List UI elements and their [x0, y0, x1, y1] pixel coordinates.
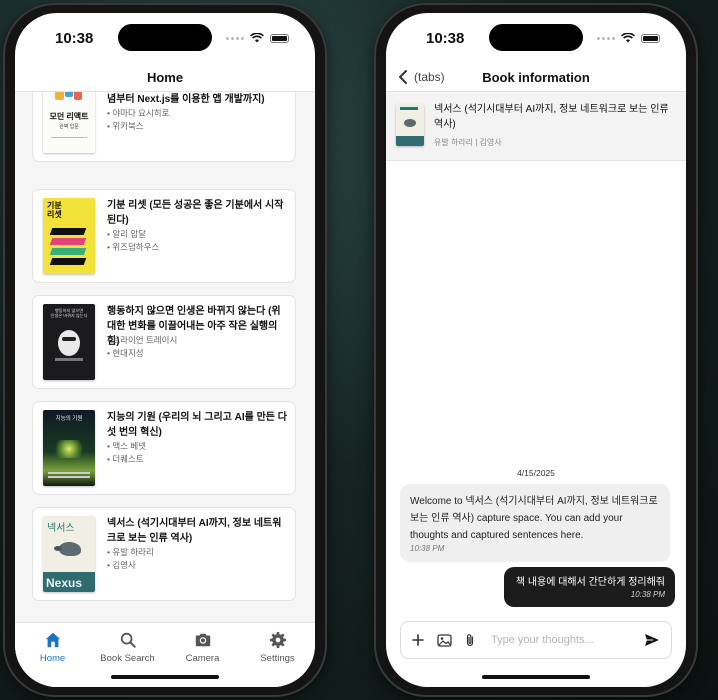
book-title: 넥서스 (석기시대부터 AI까지, 정보 네트워크로 보는 인류 역사) — [107, 518, 282, 544]
message-text: Welcome to 넥서스 (석기시대부터 AI까지, 정보 네트워크로 보는… — [410, 496, 658, 541]
camera-icon — [195, 633, 210, 647]
back-label: (tabs) — [414, 70, 445, 84]
gear-icon — [269, 631, 286, 649]
thoughts-input[interactable] — [489, 633, 639, 647]
cover-title: 기분 리셋 — [47, 201, 62, 219]
tab-label: Camera — [185, 653, 220, 664]
book-title: 기분 리셋 (모든 성공은 좋은 기분에서 시작된다) — [107, 200, 284, 226]
image-button[interactable] — [431, 633, 457, 647]
home-navbar: Home — [15, 63, 315, 92]
book-publisher: • 위키북스 — [107, 121, 144, 131]
tab-settings[interactable]: Settings — [240, 623, 315, 687]
book-author: • 맥스 베넷 — [107, 441, 146, 451]
search-icon — [120, 632, 136, 648]
wifi-icon — [250, 33, 264, 43]
book-author: • 브라이언 트레이시 — [107, 335, 178, 345]
paperclip-icon — [466, 634, 474, 647]
home-indicator[interactable] — [482, 675, 590, 679]
book-card[interactable]: 행동하지 않으면 인생은 바뀌지 않는다 행동하지 않으면 인생은 바뀌지 않는… — [32, 295, 296, 389]
cover-title: 모던 리액트 — [49, 112, 89, 121]
page-title: Home — [146, 69, 184, 85]
book-card[interactable]: 모던 리액트 완벽 입문 모던 리액트 Deep Dive (리액트의 핵심 개… — [32, 92, 296, 162]
book-publisher: • 김영사 — [107, 560, 136, 570]
book-cover: 행동하지 않으면 인생은 바뀌지 않는다 — [43, 304, 95, 380]
user-message: 책 내용에 대해서 간단하게 정리해줘 10:38 PM — [503, 567, 675, 607]
chevron-left-icon — [399, 70, 407, 84]
tab-label: Book Search — [100, 653, 155, 664]
battery-icon — [641, 33, 660, 43]
tab-label: Settings — [260, 653, 295, 664]
book-card[interactable]: 기분 리셋 기분 리셋 (모든 성공은 좋은 기분에서 시작된다) • 알리 압… — [32, 189, 296, 283]
message-composer — [400, 621, 672, 659]
home-screen: 10:38 Home 모던 리액트 완벽 입문 념부터 Next.js를 이용한… — [15, 13, 315, 687]
book-author: • 야마다 요시히로 — [107, 108, 170, 118]
page-title: Book information — [482, 69, 590, 85]
assistant-message: Welcome to 넥서스 (석기시대부터 AI까지, 정보 네트워크로 보는… — [400, 484, 670, 562]
book-title: 넥서스 (석기시대부터 AI까지, 정보 네트워크로 보는 인류 역사) — [434, 104, 669, 130]
message-time: 10:38 PM — [410, 544, 445, 553]
send-icon — [645, 634, 659, 646]
cover-title: 행동하지 않으면 인생은 바뀌지 않는다 — [50, 308, 88, 318]
phone-book-information: 10:38 (tabs) Book information 넥서스 (석기시대부… — [374, 3, 698, 697]
book-publisher: • 더퀘스트 — [107, 454, 144, 464]
status-time: 10:38 — [426, 30, 465, 47]
battery-icon — [270, 33, 289, 43]
detail-navbar: (tabs) Book information — [386, 63, 686, 92]
cover-title: 넥서스 — [47, 523, 75, 534]
status-time: 10:38 — [55, 30, 94, 47]
book-author: • 유발 하라리 — [107, 547, 154, 557]
wifi-icon — [621, 33, 635, 43]
signal-icon — [597, 36, 615, 40]
home-icon — [45, 632, 60, 648]
dynamic-island — [489, 24, 583, 51]
book-information-screen: 10:38 (tabs) Book information 넥서스 (석기시대부… — [386, 13, 686, 687]
book-author-publisher: 유발 하라리 | 김영사 — [434, 138, 502, 147]
book-cover: 모던 리액트 완벽 입문 — [43, 92, 95, 153]
book-card[interactable]: 지능의 기원 지능의 기원 (우리의 뇌 그리고 AI를 만든 다섯 번의 혁신… — [32, 401, 296, 495]
attach-button[interactable] — [457, 633, 483, 647]
book-publisher: • 현대지성 — [107, 348, 144, 358]
book-title: 모던 리액트 Deep Dive (리액트의 핵심 개념부터 Next.js를 … — [107, 94, 265, 105]
tab-label: Home — [39, 653, 66, 664]
book-author: • 알리 압달 — [107, 229, 146, 239]
message-time: 10:38 PM — [630, 590, 665, 599]
book-cover: 지능의 기원 — [43, 410, 95, 486]
phone-home: 10:38 Home 모던 리액트 완벽 입문 념부터 Next.js를 이용한… — [3, 3, 327, 697]
book-cover: 기분 리셋 — [43, 198, 95, 274]
book-card[interactable]: 넥서스 Nexus 넥서스 (석기시대부터 AI까지, 정보 네트워크로 보는 … — [32, 507, 296, 601]
cover-subtitle: 완벽 입문 — [59, 124, 79, 130]
tab-home[interactable]: Home — [15, 623, 90, 687]
cover-title: 지능의 기원 — [55, 416, 83, 422]
send-button[interactable] — [639, 633, 665, 647]
back-button[interactable]: (tabs) — [398, 63, 445, 91]
book-publisher: • 위즈덤하우스 — [107, 242, 160, 252]
add-button[interactable] — [405, 634, 431, 646]
book-cover: 넥서스 Nexus — [43, 516, 95, 592]
chat-date: 4/15/2025 — [517, 468, 555, 478]
image-icon — [436, 633, 452, 647]
cover-subtitle: Nexus — [46, 576, 83, 590]
home-indicator[interactable] — [111, 675, 219, 679]
book-list[interactable]: 모던 리액트 완벽 입문 모던 리액트 Deep Dive (리액트의 핵심 개… — [15, 92, 315, 623]
plus-icon — [412, 634, 424, 646]
book-summary-header: 넥서스 (석기시대부터 AI까지, 정보 네트워크로 보는 인류 역사) 유발 … — [386, 92, 686, 161]
book-title: 지능의 기원 (우리의 뇌 그리고 AI를 만든 다섯 번의 혁신) — [107, 412, 287, 438]
message-text: 책 내용에 대해서 간단하게 정리해줘 — [515, 577, 665, 588]
signal-icon — [226, 36, 244, 40]
dynamic-island — [118, 24, 212, 51]
book-cover — [396, 104, 424, 146]
